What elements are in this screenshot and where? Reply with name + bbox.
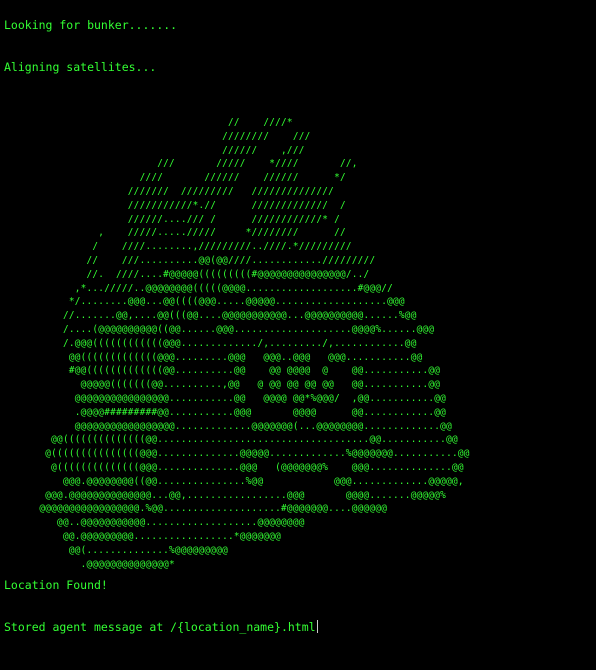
terminal-prompt-line[interactable]: Stored agent message at /{location_name}…	[4, 620, 318, 634]
ascii-art-bunker-map: // ////* //////// /// ////// ,/// /// //…	[39, 117, 470, 570]
status-line-aligning: Aligning satellites...	[4, 60, 157, 74]
status-line-stored: Stored agent message at /{location_name}…	[4, 620, 316, 634]
terminal-window[interactable]: Looking for bunker....... Aligning satel…	[0, 0, 596, 670]
text-cursor	[316, 620, 318, 633]
status-line-found: Location Found!	[4, 578, 108, 592]
status-line-searching: Looking for bunker.......	[4, 18, 178, 32]
